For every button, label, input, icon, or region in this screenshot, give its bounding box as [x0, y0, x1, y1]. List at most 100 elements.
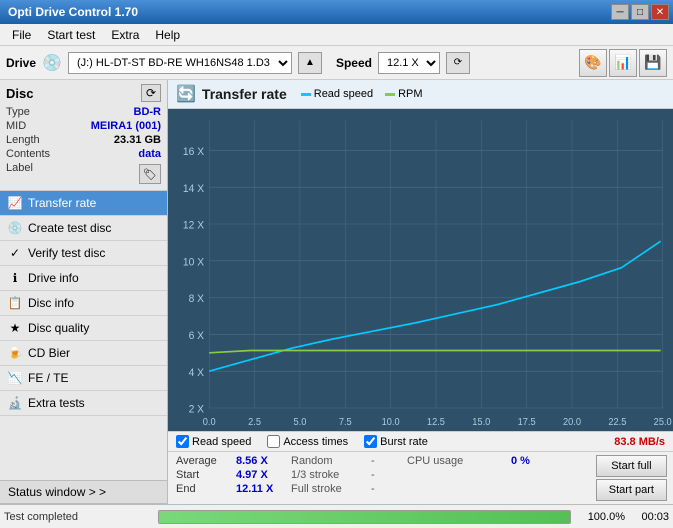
cpu-usage-label: CPU usage	[407, 455, 507, 467]
svg-text:12.5: 12.5	[427, 417, 446, 429]
svg-text:2.5: 2.5	[248, 417, 261, 429]
burst-value: 83.8 MB/s	[614, 436, 665, 448]
drive-disc-icon: 💿	[42, 53, 62, 73]
checkbox-burst-rate[interactable]: Burst rate	[364, 435, 428, 448]
rpm-legend-dot	[385, 93, 395, 96]
disc-label-row: Label 🏷	[6, 162, 161, 184]
svg-text:5.0: 5.0	[293, 417, 306, 429]
start-label: Start	[176, 469, 236, 481]
chart-icon-button[interactable]: 📊	[609, 49, 637, 77]
stats-rows: Average 8.56 X Random - CPU usage 0 % St…	[168, 452, 586, 504]
svg-text:17.5: 17.5	[518, 417, 537, 429]
stats-rows-container: Average 8.56 X Random - CPU usage 0 % St…	[168, 452, 673, 504]
disc-length-value: 23.31 GB	[114, 134, 161, 146]
disc-label-button[interactable]: 🏷	[139, 164, 161, 184]
menubar: File Start test Extra Help	[0, 24, 673, 46]
menu-help[interactable]: Help	[147, 26, 188, 44]
drivebar: Drive 💿 (J:) HL-DT-ST BD-RE WH16NS48 1.D…	[0, 46, 673, 80]
burst-rate-checkbox[interactable]	[364, 435, 377, 448]
time-display: 00:03	[629, 511, 669, 523]
titlebar: Opti Drive Control 1.70 ─ □ ✕	[0, 0, 673, 24]
disc-quality-icon: ★	[8, 321, 22, 335]
random-value: -	[371, 455, 391, 467]
action-buttons: Start full Start part	[586, 452, 673, 504]
status-text: Test completed	[4, 511, 154, 523]
disc-header: Disc ⟳	[6, 84, 161, 102]
disc-mid-value: MEIRA1 (001)	[91, 120, 161, 132]
nav-item-verify-test-disc[interactable]: ✓ Verify test disc	[0, 241, 167, 266]
disc-refresh-button[interactable]: ⟳	[141, 84, 161, 102]
full-stroke-value: -	[371, 483, 391, 495]
eject-button[interactable]: ▲	[298, 52, 322, 74]
close-button[interactable]: ✕	[651, 4, 669, 20]
nav-item-label: Disc quality	[28, 321, 89, 335]
access-times-checkbox-label: Access times	[283, 436, 348, 448]
svg-text:14 X: 14 X	[183, 182, 205, 195]
average-value: 8.56 X	[236, 455, 291, 467]
disc-contents-label: Contents	[6, 148, 50, 160]
chart-title: Transfer rate	[202, 86, 287, 102]
disc-title: Disc	[6, 86, 33, 101]
color-icon-button[interactable]: 🎨	[579, 49, 607, 77]
nav-item-extra-tests[interactable]: 🔬 Extra tests	[0, 391, 167, 416]
checkbox-read-speed[interactable]: Read speed	[176, 435, 251, 448]
average-label: Average	[176, 455, 236, 467]
content-area: 🔄 Transfer rate Read speed RPM	[168, 80, 673, 504]
svg-text:7.5: 7.5	[339, 417, 352, 429]
minimize-button[interactable]: ─	[611, 4, 629, 20]
svg-text:20.0: 20.0	[563, 417, 582, 429]
nav-item-label: Transfer rate	[28, 196, 96, 210]
progress-bar-fill	[159, 511, 570, 523]
svg-text:8 X: 8 X	[189, 293, 205, 306]
svg-text:16 X: 16 X	[183, 146, 205, 159]
read-speed-checkbox-label: Read speed	[192, 436, 251, 448]
drive-info-icon: ℹ	[8, 271, 22, 285]
stroke-13-label: 1/3 stroke	[291, 469, 371, 481]
nav-item-label: CD Bier	[28, 346, 70, 360]
nav-item-create-test-disc[interactable]: 💿 Create test disc	[0, 216, 167, 241]
legend-read-speed: Read speed	[301, 88, 373, 100]
start-full-button[interactable]: Start full	[596, 455, 667, 477]
svg-text:10.0: 10.0	[382, 417, 401, 429]
refresh-speed-button[interactable]: ⟳	[446, 52, 470, 74]
nav-item-disc-quality[interactable]: ★ Disc quality	[0, 316, 167, 341]
nav-item-cd-bier[interactable]: 🍺 CD Bier	[0, 341, 167, 366]
nav-item-label: Drive info	[28, 271, 79, 285]
nav-item-label: Verify test disc	[28, 246, 105, 260]
end-label: End	[176, 483, 236, 495]
speed-select[interactable]: 12.1 X	[378, 52, 440, 74]
disc-label-label: Label	[6, 162, 33, 184]
read-speed-checkbox[interactable]	[176, 435, 189, 448]
chart-container: 2 X 4 X 6 X 8 X 10 X 12 X 14 X 16 X 0.0 …	[168, 109, 673, 431]
start-part-button[interactable]: Start part	[596, 479, 667, 501]
save-icon-button[interactable]: 💾	[639, 49, 667, 77]
disc-contents-row: Contents data	[6, 148, 161, 160]
svg-text:10 X: 10 X	[183, 256, 205, 269]
drive-select[interactable]: (J:) HL-DT-ST BD-RE WH16NS48 1.D3	[68, 52, 292, 74]
svg-text:22.5: 22.5	[608, 417, 627, 429]
toolbar-icons: 🎨 📊 💾	[579, 49, 667, 77]
checkbox-access-times[interactable]: Access times	[267, 435, 348, 448]
menu-extra[interactable]: Extra	[103, 26, 147, 44]
cpu-usage-value: 0 %	[511, 455, 571, 467]
disc-mid-row: MID MEIRA1 (001)	[6, 120, 161, 132]
menu-start-test[interactable]: Start test	[39, 26, 103, 44]
status-window-button[interactable]: Status window > >	[0, 480, 167, 504]
statusbar: Test completed 100.0% 00:03	[0, 504, 673, 528]
nav-item-label: Create test disc	[28, 221, 111, 235]
disc-length-label: Length	[6, 134, 40, 146]
stats-area: Read speed Access times Burst rate 83.8 …	[168, 431, 673, 504]
rpm-legend-label: RPM	[398, 88, 422, 100]
svg-text:15.0: 15.0	[472, 417, 491, 429]
access-times-checkbox[interactable]	[267, 435, 280, 448]
disc-mid-label: MID	[6, 120, 26, 132]
nav-item-fe-te[interactable]: 📉 FE / TE	[0, 366, 167, 391]
nav-item-transfer-rate[interactable]: 📈 Transfer rate	[0, 191, 167, 216]
random-label: Random	[291, 455, 371, 467]
chart-svg: 2 X 4 X 6 X 8 X 10 X 12 X 14 X 16 X 0.0 …	[168, 109, 673, 431]
nav-item-disc-info[interactable]: 📋 Disc info	[0, 291, 167, 316]
menu-file[interactable]: File	[4, 26, 39, 44]
stats-row-start: Start 4.97 X 1/3 stroke -	[176, 468, 578, 482]
maximize-button[interactable]: □	[631, 4, 649, 20]
nav-item-drive-info[interactable]: ℹ Drive info	[0, 266, 167, 291]
